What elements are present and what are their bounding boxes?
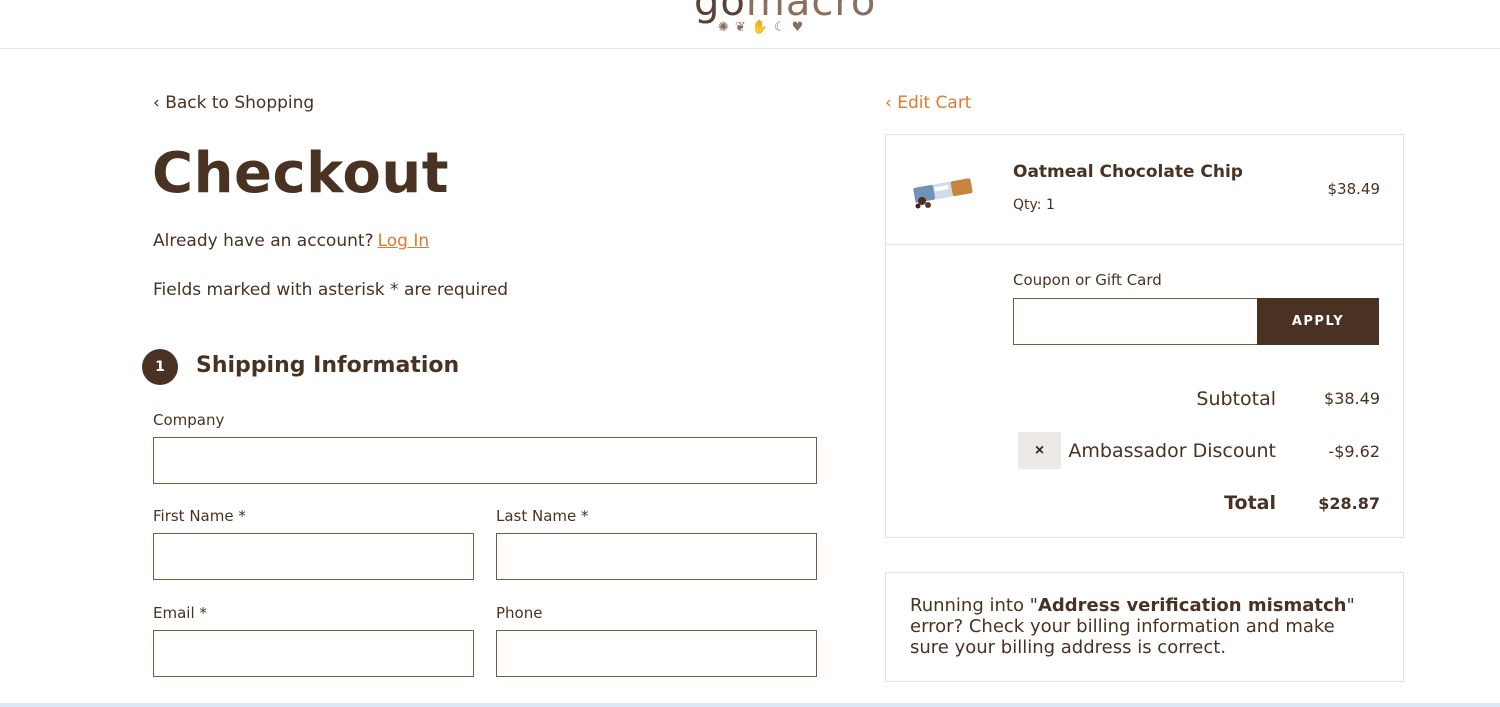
account-prompt-text: Already have an account? — [153, 231, 374, 251]
remove-discount-button[interactable]: × — [1018, 432, 1061, 469]
first-name-label: First Name * — [153, 507, 246, 525]
phone-input[interactable] — [496, 630, 817, 677]
item-name: Oatmeal Chocolate Chip — [1013, 162, 1243, 182]
order-summary: Oatmeal Chocolate Chip Qty: 1 $38.49 Cou… — [885, 134, 1404, 538]
product-bar-image — [913, 178, 973, 209]
item-price: $38.49 — [1327, 180, 1381, 198]
address-mismatch-notice: Running into "Address verification misma… — [885, 572, 1404, 682]
close-icon: × — [1034, 442, 1045, 459]
gomacro-logo[interactable]: gomacro ✺ ❦ ✋ ☾ ♥ — [694, 0, 875, 38]
back-to-shopping-link[interactable]: ‹ Back to Shopping — [153, 92, 314, 114]
company-input[interactable] — [153, 437, 817, 484]
hand-icon: ✋ — [751, 20, 768, 35]
subtotal-value: $38.49 — [1324, 389, 1380, 408]
email-label: Email * — [153, 604, 207, 622]
company-label: Company — [153, 411, 225, 429]
shipping-section-title: Shipping Information — [196, 353, 460, 378]
checkout-page: gomacro ✺ ❦ ✋ ☾ ♥ ‹ Back to Shopping Che… — [0, 0, 1500, 707]
browser-bottom-strip — [0, 703, 1500, 707]
last-name-label: Last Name * — [496, 507, 589, 525]
required-fields-note: Fields marked with asterisk * are requir… — [153, 280, 509, 300]
edit-cart-link[interactable]: ‹ Edit Cart — [885, 92, 971, 114]
notice-emphasis: Address verification mismatch — [1037, 595, 1347, 616]
first-name-input[interactable] — [153, 533, 474, 580]
sun-icon: ✺ — [718, 20, 729, 35]
last-name-input[interactable] — [496, 533, 817, 580]
discount-value: -$9.62 — [1328, 442, 1380, 461]
logo-wordmark: gomacro — [694, 0, 876, 22]
heart-icon: ♥ — [791, 20, 804, 35]
coupon-input[interactable] — [1013, 298, 1257, 345]
cart-item: Oatmeal Chocolate Chip Qty: 1 $38.49 — [886, 135, 1403, 245]
step-number-badge: 1 — [142, 349, 178, 385]
notice-prefix: Running into " — [910, 595, 1038, 616]
site-header: gomacro ✺ ❦ ✋ ☾ ♥ — [0, 0, 1500, 49]
logo-icons: ✺ ❦ ✋ ☾ ♥ — [718, 20, 803, 38]
total-label: Total — [1224, 492, 1276, 514]
log-in-link[interactable]: Log In — [378, 231, 430, 251]
email-input[interactable] — [153, 630, 474, 677]
account-prompt: Already have an account? Log In — [153, 230, 429, 252]
leaf-icon: ❦ — [734, 20, 746, 35]
page-title: Checkout — [152, 141, 449, 206]
apply-coupon-button[interactable]: APPLY — [1257, 298, 1379, 345]
item-quantity: Qty: 1 — [1013, 197, 1055, 213]
moon-icon: ☾ — [774, 20, 786, 35]
total-value: $28.87 — [1318, 494, 1380, 513]
subtotal-label: Subtotal — [1196, 388, 1276, 410]
phone-label: Phone — [496, 604, 543, 622]
coupon-label: Coupon or Gift Card — [1013, 271, 1162, 289]
discount-label: Ambassador Discount — [1068, 440, 1276, 462]
